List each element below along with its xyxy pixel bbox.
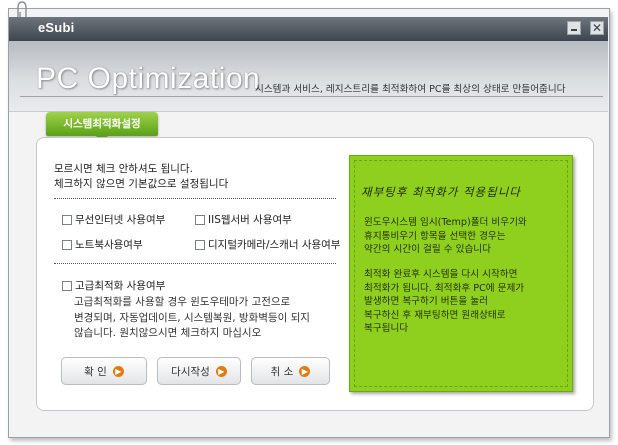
note-line: 휴지통비우기 항목을 선택한 경우는 [364, 230, 506, 242]
wireless-label: 무선인터넷 사용여부 [75, 214, 166, 226]
iis-label: IIS웹서버 사용여부 [208, 214, 292, 226]
option-notebook[interactable]: 노트북사용여부 [62, 237, 143, 252]
rewrite-button-label: 다시작성 [171, 365, 210, 378]
option-advanced[interactable]: 고급최적화 사용여부 [62, 278, 165, 293]
advanced-description-line: 고급최적화를 사용할 경우 윈도우테마가 고전으로 [74, 296, 291, 308]
cancel-button-label: 취 소 [270, 365, 294, 378]
advanced-description-line: 않습니다. 원치않으시면 체크하지 마십시오 [74, 327, 262, 339]
camera-label: 디지털카메라/스캐너 사용여부 [208, 239, 341, 251]
title-bar[interactable] [9, 17, 608, 41]
note-title: 재부팅후 최적화가 적용됩니다 [361, 185, 521, 199]
advanced-checkbox[interactable] [62, 280, 72, 291]
intro-line: 체크하지 않으면 기본값으로 설정됩니다 [54, 178, 229, 190]
note-line: 최적화 완료후 시스템을 다시 시작하면 [364, 269, 518, 280]
advanced-description-line: 변경되며, 자동업데이트, 시스템복원, 방화벽등이 되지 [74, 311, 310, 324]
arrow-right-icon: ▶ [112, 365, 124, 377]
notebook-label: 노트북사용여부 [75, 239, 143, 251]
arrow-right-icon: ▶ [299, 365, 311, 377]
note-line: 약간의 시간이 걸릴 수 있습니다 [364, 244, 491, 255]
rewrite-button[interactable]: 다시작성 ▶ [157, 357, 241, 385]
cancel-button[interactable]: 취 소 ▶ [251, 357, 330, 385]
page-subtitle: 시스템과 서비스, 레지스트리를 최적화하여 PC를 최상의 상태로 만들어줍니… [255, 84, 566, 95]
option-wireless[interactable]: 무선인터넷 사용여부 [62, 212, 165, 227]
note-line: 복구됩니다 [364, 323, 409, 334]
note-paragraph-1: 윈도우시스템 임시(Temp)폴더 비우기와 휴지통비우기 항목을 선택한 경우… [364, 216, 527, 257]
iis-checkbox[interactable] [195, 214, 205, 225]
page-title: PC Optimization [36, 62, 261, 95]
close-icon: ✕ [591, 21, 603, 35]
arrow-right-icon: ▶ [215, 365, 227, 377]
camera-checkbox[interactable] [195, 239, 205, 250]
ok-button[interactable]: 확 인 ▶ [61, 357, 147, 385]
app-logo: eSubi [38, 20, 74, 35]
tab-system-optimization[interactable]: 시스템최적화설정 [46, 112, 158, 136]
dotted-divider [54, 263, 336, 264]
intro-text: 모르시면 체크 안하셔도 됩니다. 체크하지 않으면 기본값으로 설정됩니다 [54, 162, 228, 192]
dotted-divider [54, 198, 336, 199]
notebook-checkbox[interactable] [62, 239, 72, 250]
ok-button-label: 확 인 [84, 365, 107, 378]
intro-line: 모르시면 체크 안하셔도 됩니다. [54, 163, 193, 175]
note-line: 최적화가 됩니다. 최적화후 PC에 문제가 [364, 282, 525, 294]
note-line: 발생하면 복구하기 버튼을 눌러 [364, 296, 488, 307]
minimize-button[interactable] [567, 21, 581, 35]
header-divider [20, 96, 603, 97]
close-button[interactable]: ✕ [590, 21, 604, 35]
option-camera[interactable]: 디지털카메라/스캐너 사용여부 [195, 237, 340, 252]
advanced-description: 고급최적화를 사용할 경우 윈도우테마가 고전으로 변경되며, 자동업데이트, … [74, 295, 354, 342]
advanced-label: 고급최적화 사용여부 [75, 280, 166, 292]
note-line: 윈도우시스템 임시(Temp)폴더 비우기와 [364, 217, 527, 228]
option-iis[interactable]: IIS웹서버 사용여부 [195, 212, 292, 227]
note-line: 복구하신 후 재부팅하면 원래상태로 [364, 309, 506, 321]
wireless-checkbox[interactable] [62, 214, 72, 225]
app-name: eSubi [38, 20, 75, 35]
note-paragraph-2: 최적화 완료후 시스템을 다시 시작하면 최적화가 됩니다. 최적화후 PC에 … [364, 268, 524, 336]
